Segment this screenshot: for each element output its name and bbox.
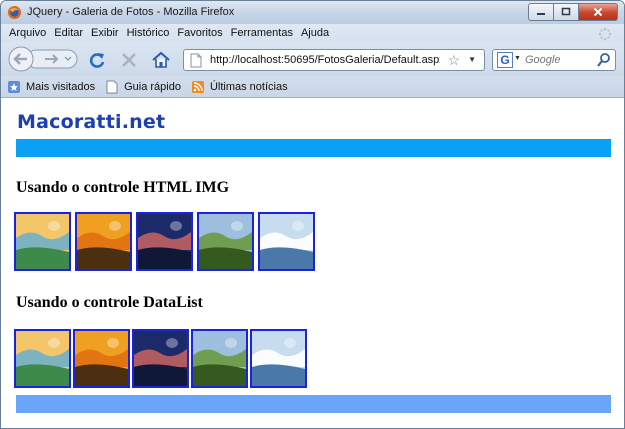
dusk-lake-photo[interactable] (136, 212, 193, 271)
page-content: Macoratti.net Usando o controle HTML IMG… (1, 99, 624, 428)
footer-bar (16, 395, 611, 413)
page-icon (190, 53, 202, 68)
bookmark-mais-visitados[interactable]: Mais visitados (7, 80, 95, 94)
html-img-gallery (14, 212, 319, 271)
sunset-photo[interactable] (75, 212, 132, 271)
bookmark-label: Últimas notícias (209, 80, 288, 93)
url-input[interactable] (210, 52, 440, 68)
search-input[interactable] (525, 52, 593, 68)
menu-editar[interactable]: Editar (54, 27, 83, 39)
browser-window: JQuery - Galeria de Fotos - Mozilla Fire… (0, 0, 625, 429)
snow-lake-photo[interactable] (250, 329, 307, 388)
close-icon (593, 7, 603, 17)
menu-ajuda[interactable]: Ajuda (301, 27, 329, 39)
stop-icon[interactable] (119, 50, 139, 70)
rss-feed-icon (191, 80, 204, 93)
address-bar[interactable]: ☆ ▼ (183, 49, 485, 71)
menu-arquivo[interactable]: Arquivo (9, 27, 46, 39)
google-engine-icon[interactable]: G (497, 52, 513, 68)
search-icon[interactable] (597, 52, 611, 68)
home-icon[interactable] (151, 50, 171, 70)
bookmark-label: Mais visitados (26, 80, 96, 93)
snow-lake-photo[interactable] (258, 212, 315, 271)
coast-photo[interactable] (14, 329, 71, 388)
site-title[interactable]: Macoratti.net (17, 111, 165, 133)
close-button[interactable] (578, 3, 618, 21)
menu-ferramentas[interactable]: Ferramentas (231, 27, 293, 39)
sunset-photo[interactable] (73, 329, 130, 388)
url-dropdown-icon[interactable]: ▼ (468, 54, 476, 66)
dusk-lake-photo[interactable] (132, 329, 189, 388)
coast-photo[interactable] (14, 212, 71, 271)
page-icon (106, 80, 118, 93)
minimize-icon (537, 13, 545, 15)
window-controls (528, 3, 618, 21)
bookmarks-toolbar: Mais visitados Guia rápido Últimas notíc… (1, 76, 624, 98)
meadow-photo[interactable] (197, 212, 254, 271)
section-title-datalist: Usando o controle DataList (16, 294, 203, 311)
star-page-icon (8, 80, 20, 93)
datalist-gallery (14, 329, 309, 388)
search-bar[interactable]: G ▼ (492, 49, 616, 71)
window-title: JQuery - Galeria de Fotos - Mozilla Fire… (27, 6, 235, 18)
menu-exibir[interactable]: Exibir (91, 27, 119, 39)
bookmark-guia-rapido[interactable]: Guia rápido (105, 80, 181, 94)
firefox-icon (7, 5, 22, 20)
navigation-toolbar: ☆ ▼ G ▼ (1, 42, 624, 76)
throbber-icon (598, 27, 612, 41)
menu-favoritos[interactable]: Favoritos (177, 27, 222, 39)
bookmark-label: Guia rápido (124, 80, 181, 93)
reload-icon[interactable] (87, 50, 107, 70)
menu-historico[interactable]: Histórico (127, 27, 170, 39)
title-bar: JQuery - Galeria de Fotos - Mozilla Fire… (1, 1, 624, 24)
bookmark-ultimas-noticias[interactable]: Últimas notícias (191, 80, 288, 94)
section-title-html-img: Usando o controle HTML IMG (16, 179, 230, 196)
menu-bar: Arquivo Editar Exibir Histórico Favorito… (1, 24, 624, 42)
maximize-icon (561, 7, 571, 16)
back-forward-buttons (8, 46, 78, 72)
minimize-button[interactable] (528, 3, 553, 21)
header-bar (16, 139, 611, 157)
maximize-button[interactable] (553, 3, 578, 21)
engine-dropdown-icon[interactable]: ▼ (514, 55, 521, 62)
bookmark-star-icon[interactable]: ☆ (447, 52, 460, 68)
meadow-photo[interactable] (191, 329, 248, 388)
